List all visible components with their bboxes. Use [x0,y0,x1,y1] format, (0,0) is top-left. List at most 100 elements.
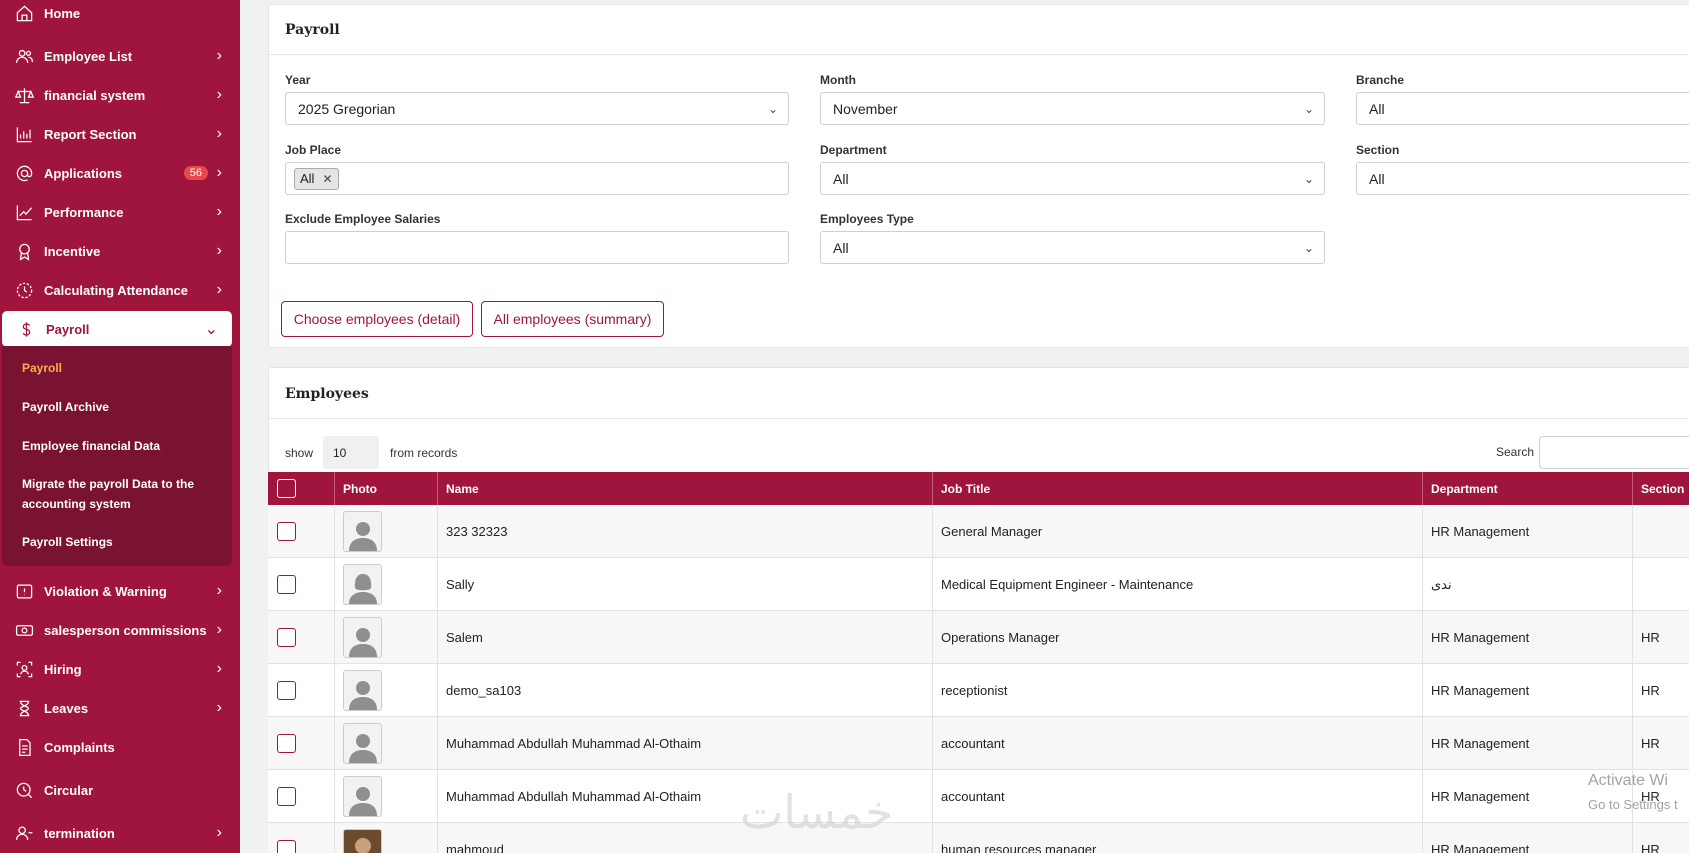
row-checkbox[interactable] [277,628,296,647]
column-header-section[interactable]: Section [1633,472,1689,505]
job-place-label: Job Place [285,143,342,157]
photo-cell [335,611,438,664]
sidebar-item-label: Leaves [44,700,89,716]
show-label: show [285,446,314,460]
table-row[interactable]: 323 32323 General Manager HR Management [268,505,1689,558]
department-select[interactable]: All ⌄ [820,162,1325,195]
row-checkbox[interactable] [277,522,296,541]
row-select-cell [268,505,335,558]
document-icon [14,737,34,757]
chevron-down-icon: ⌄ [1303,240,1314,255]
job-place-multiselect[interactable]: All ✕ [285,162,789,195]
sidebar-item-performance[interactable]: Performance › [0,194,240,230]
table-row[interactable]: demo_sa103 receptionist HR Management HR [268,664,1689,717]
month-select[interactable]: November ⌄ [820,92,1325,125]
row-checkbox[interactable] [277,681,296,700]
table-row[interactable]: mahmoud human resources manager HR Managem… [268,823,1689,853]
name-cell: 323 32323 [438,505,933,558]
sidebar-item-incentive[interactable]: Incentive › [0,233,240,269]
employees-type-select[interactable]: All ⌄ [820,231,1325,264]
sidebar-item-financial-system[interactable]: financial system › [0,77,240,113]
select-all-cell [268,472,335,505]
sidebar-item-label: Report Section [44,126,137,142]
sidebar-item-complaints[interactable]: Complaints [0,729,240,765]
table-row[interactable]: Muhammad Abdullah Muhammad Al-Othaim acco… [268,770,1689,823]
table-header: Photo Name Job Title Department Section [268,472,1689,505]
sidebar-item-salesperson-commissions[interactable]: salesperson commissions › [0,612,240,648]
department-cell: HR Management [1423,664,1633,717]
search-label: Search [1496,445,1535,459]
khamsat-logo-watermark: خمسات [740,785,894,839]
sidebar-item-label: Circular [44,782,94,798]
scales-icon [14,85,34,105]
photo-cell [335,505,438,558]
year-select[interactable]: 2025 Gregorian ⌄ [285,92,789,125]
exclude-employees-input[interactable] [285,231,789,264]
activate-windows-subtext: Go to Settings t [1588,797,1678,812]
select-all-checkbox[interactable] [277,479,296,498]
sidebar-item-label: salesperson commissions [44,622,207,638]
notification-badge: 56 [183,166,208,180]
section-select[interactable]: All [1356,162,1689,195]
cash-icon [14,620,34,640]
trend-icon [14,202,34,222]
name-cell: Muhammad Abdullah Muhammad Al-Othaim [438,717,933,770]
sidebar-item-label: Employee List [44,48,133,64]
submenu-item-payroll[interactable]: Payroll [22,358,222,378]
sidebar-item-calculating-attendance[interactable]: Calculating Attendance › [0,272,240,308]
page-size-input[interactable]: 10 [323,436,379,469]
column-header-photo[interactable]: Photo [335,472,438,505]
chevron-right-icon: › [216,582,222,599]
dollar-icon [16,319,36,339]
year-value: 2025 Gregorian [298,100,396,117]
row-checkbox[interactable] [277,575,296,594]
table-row[interactable]: Muhammad Abdullah Muhammad Al-Othaim acco… [268,717,1689,770]
sidebar-item-leaves[interactable]: Leaves › [0,690,240,726]
avatar [343,723,382,764]
submenu-item-payroll-settings[interactable]: Payroll Settings [22,532,222,552]
chevron-right-icon: › [216,824,222,841]
submenu-item-payroll-archive[interactable]: Payroll Archive [22,397,222,417]
avatar [343,829,382,853]
table-row[interactable]: Salem Operations Manager HR Management HR [268,611,1689,664]
name-cell: demo_sa103 [438,664,933,717]
month-value: November [833,100,898,117]
branche-select[interactable]: All [1356,92,1689,125]
job-title-cell: human resources manager [933,823,1423,853]
row-checkbox[interactable] [277,787,296,806]
job-title-cell: General Manager [933,505,1423,558]
sidebar-item-violation-warning[interactable]: Violation & Warning › [0,573,240,609]
row-select-cell [268,770,335,823]
employees-type-value: All [833,239,849,256]
sidebar-item-home[interactable]: Home [0,0,240,31]
table-row[interactable]: Sally Medical Equipment Engineer - Mainte… [268,558,1689,611]
column-header-job-title[interactable]: Job Title [933,472,1423,505]
sidebar-item-hiring[interactable]: Hiring › [0,651,240,687]
choose-employees-detail-button[interactable]: Choose employees (detail) [281,301,473,337]
submenu-item-employee-financial-data[interactable]: Employee financial Data [22,436,222,456]
sidebar-item-report-section[interactable]: Report Section › [0,116,240,152]
branche-label: Branche [1356,73,1405,87]
year-label: Year [285,73,311,87]
column-header-name[interactable]: Name [438,472,933,505]
search-input[interactable] [1539,436,1689,469]
clock-icon [14,280,34,300]
row-checkbox[interactable] [277,840,296,853]
all-employees-summary-button[interactable]: All employees (summary) [481,301,664,337]
column-header-department[interactable]: Department [1423,472,1633,505]
payroll-submenu: Payroll Payroll Archive Employee financi… [2,346,232,566]
row-checkbox[interactable] [277,734,296,753]
sidebar-item-applications[interactable]: Applications 56 › [0,155,240,191]
photo-cell [335,770,438,823]
sidebar-item-employee-list[interactable]: Employee List › [0,38,240,74]
chevron-right-icon: › [216,621,222,638]
sidebar-item-payroll[interactable]: Payroll ⌄ [2,311,232,347]
row-select-cell [268,558,335,611]
close-icon[interactable]: ✕ [322,172,332,186]
payroll-filter-card: Payroll Year 2025 Gregorian ⌄ Month Nove… [268,4,1689,348]
submenu-item-migrate-payroll[interactable]: Migrate the payroll Data to the accounti… [22,474,222,514]
tag-label: All [300,171,315,186]
sidebar-item-termination[interactable]: termination › [0,815,240,851]
name-cell: Salem [438,611,933,664]
sidebar-item-circular[interactable]: Circular [0,772,240,808]
